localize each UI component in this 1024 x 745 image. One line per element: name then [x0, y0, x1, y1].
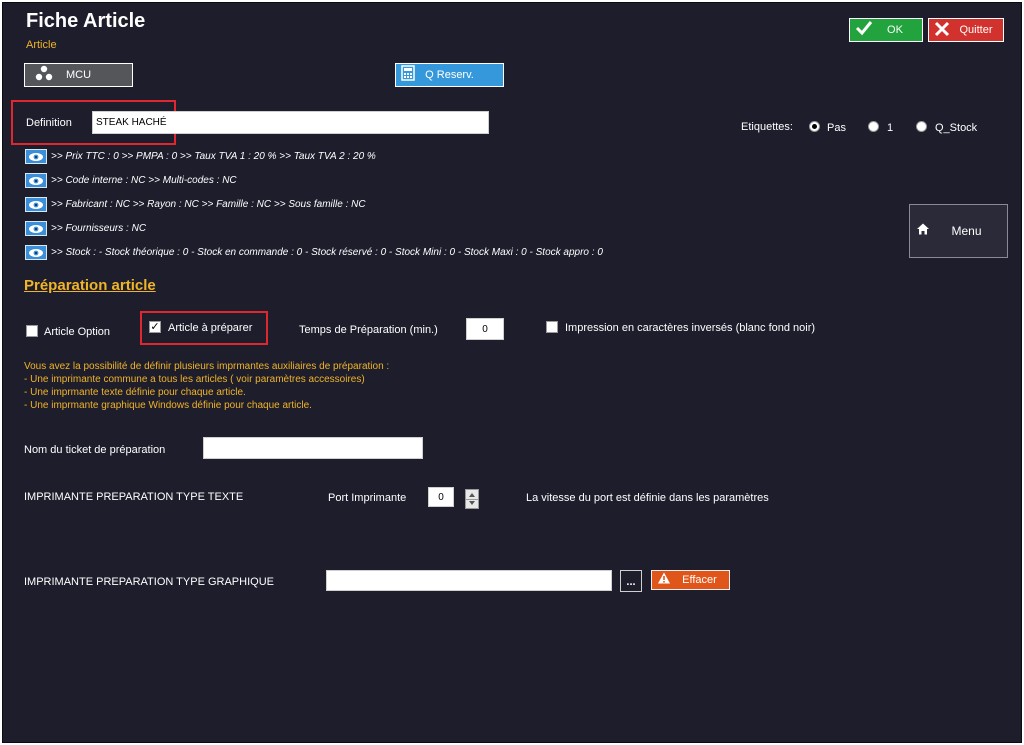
- browse-button[interactable]: ...: [620, 570, 642, 592]
- mcu-label: MCU: [65, 69, 92, 81]
- etiquettes-radio-1[interactable]: [868, 121, 879, 132]
- temps-preparation-label: Temps de Préparation (min.): [299, 324, 438, 336]
- eye-icon[interactable]: [25, 149, 47, 164]
- menu-label: Menu: [951, 224, 982, 238]
- article-a-preparer-checkbox[interactable]: ✓: [149, 321, 161, 333]
- info-line-fabricant: >> Fabricant : NC >> Rayon : NC >> Famil…: [51, 199, 366, 210]
- menu-button[interactable]: Menu: [909, 204, 1008, 258]
- calculator-icon: [401, 65, 415, 85]
- article-a-preparer-label: Article à préparer: [168, 322, 253, 334]
- eye-icon[interactable]: [25, 245, 47, 260]
- ticket-name-label: Nom du ticket de préparation: [24, 444, 166, 456]
- section-title-preparation: Préparation article: [24, 277, 156, 294]
- printer-graphic-input[interactable]: [326, 570, 612, 591]
- home-icon: [916, 223, 930, 240]
- etiquettes-option-label: Pas: [827, 122, 846, 134]
- fiche-article-window: Fiche Article Article OK Quitter MCU Q R…: [2, 2, 1022, 743]
- spinner-down-icon[interactable]: [469, 501, 475, 505]
- impression-inverse-label: Impression en caractères inversés (blanc…: [565, 322, 816, 334]
- port-label: Port Imprimante: [328, 492, 407, 504]
- eye-icon[interactable]: [25, 197, 47, 212]
- ticket-name-input[interactable]: [203, 437, 423, 459]
- close-icon: [934, 21, 950, 39]
- info-line-prix: >> Prix TTC : 0 >> PMPA : 0 >> Taux TVA …: [51, 151, 376, 162]
- etiquettes-option-label: 1: [887, 122, 894, 134]
- ok-label: OK: [887, 24, 903, 36]
- page-title: Fiche Article: [26, 10, 146, 32]
- page-subtitle: Article: [26, 39, 57, 51]
- warning-icon: [657, 572, 671, 589]
- preparation-note: Vous avez la possibilité de définir plus…: [24, 361, 390, 411]
- article-option-label: Article Option: [44, 326, 111, 338]
- spinner-up-icon[interactable]: [469, 493, 475, 497]
- article-option-checkbox[interactable]: [26, 325, 38, 337]
- printer-text-label: IMPRIMANTE PREPARATION TYPE TEXTE: [24, 491, 244, 503]
- definition-label: Definition: [26, 117, 72, 129]
- impression-inverse-checkbox[interactable]: [546, 321, 558, 333]
- checkmark-icon: [855, 20, 873, 40]
- etiquettes-radio-pas[interactable]: [809, 121, 820, 132]
- q-reserv-label: Q Reserv.: [425, 69, 474, 81]
- definition-input[interactable]: STEAK HACHÉ: [92, 111, 489, 134]
- etiquettes-label: Etiquettes:: [741, 121, 793, 133]
- eye-icon[interactable]: [25, 173, 47, 188]
- port-input[interactable]: 0: [428, 487, 454, 507]
- info-line-codes: >> Code interne : NC >> Multi-codes : NC: [51, 175, 237, 186]
- quit-button[interactable]: Quitter: [928, 18, 1004, 42]
- temps-preparation-input[interactable]: 0: [466, 318, 504, 340]
- mcu-button[interactable]: MCU: [24, 63, 133, 87]
- info-line-fournisseurs: >> Fournisseurs : NC: [51, 223, 147, 234]
- info-line-stock: >> Stock : - Stock théorique : 0 - Stock…: [51, 247, 603, 258]
- effacer-button[interactable]: Effacer: [651, 570, 730, 590]
- etiquettes-radio-qstock[interactable]: [916, 121, 927, 132]
- spinner-divider: [466, 499, 478, 500]
- quit-label: Quitter: [959, 24, 993, 36]
- etiquettes-option-label: Q_Stock: [935, 122, 978, 134]
- eye-icon[interactable]: [25, 221, 47, 236]
- port-note: La vitesse du port est définie dans les …: [526, 492, 769, 504]
- printer-graphic-label: IMPRIMANTE PREPARATION TYPE GRAPHIQUE: [24, 576, 274, 588]
- circles-icon: [35, 65, 53, 85]
- q-reserv-button[interactable]: Q Reserv.: [395, 63, 504, 87]
- ok-button[interactable]: OK: [849, 18, 923, 42]
- effacer-label: Effacer: [682, 574, 717, 586]
- port-spinner[interactable]: [465, 489, 479, 509]
